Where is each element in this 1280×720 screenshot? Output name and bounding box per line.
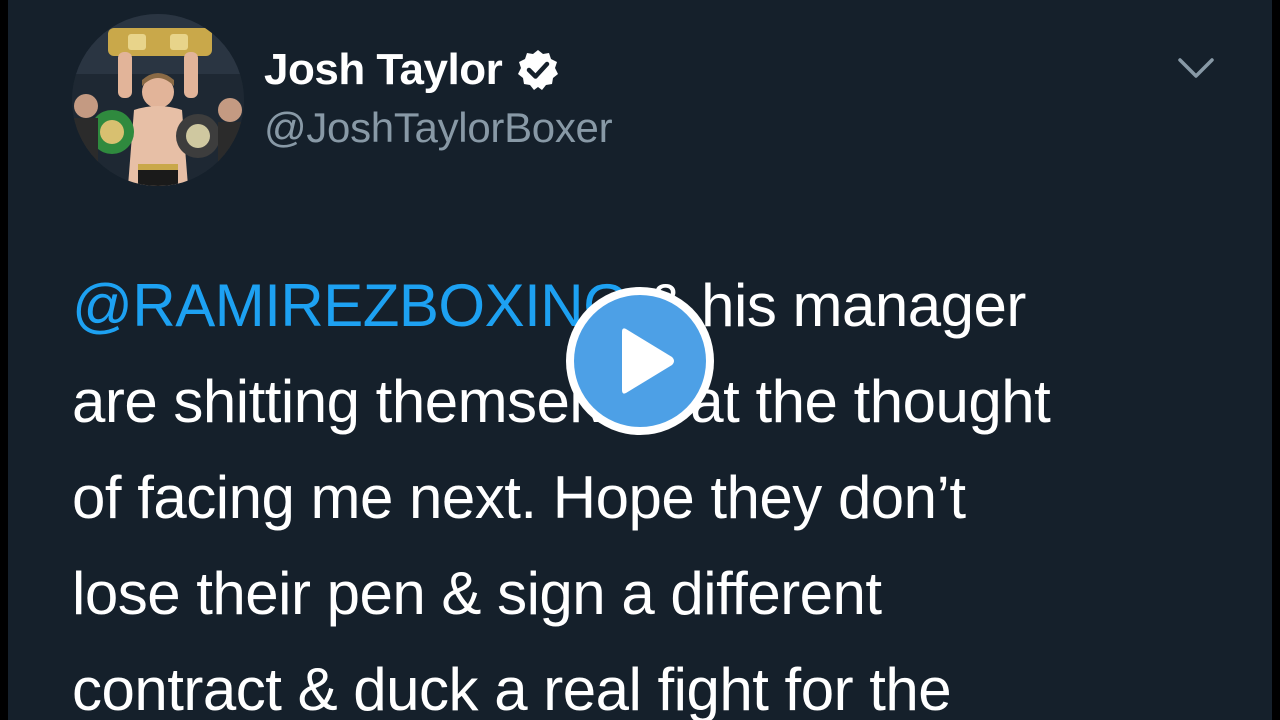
play-button-fill — [574, 295, 706, 427]
mention-link[interactable]: @RAMIREZBOXING — [72, 272, 630, 339]
tweet-line-text: of facing me next. Hope they don’t — [72, 464, 966, 531]
author-name-row: Josh Taylor — [264, 40, 560, 100]
verified-badge-icon — [518, 50, 559, 90]
tweet-line: contract & duck a real fight for the — [72, 642, 1222, 720]
tweet-line-text: lose their pen & sign a different — [72, 560, 882, 627]
tweet-line-text: contract & duck a real fight for the — [72, 656, 952, 720]
more-options-button[interactable] — [1174, 50, 1218, 86]
display-name[interactable]: Josh Taylor — [264, 45, 503, 95]
play-button[interactable] — [566, 287, 714, 435]
avatar-photo — [72, 14, 244, 186]
avatar[interactable] — [72, 14, 244, 186]
tweet-line: of facing me next. Hope they don’t — [72, 450, 1222, 546]
chevron-down-icon — [1178, 58, 1214, 78]
tweet-line-text: are shitting themselves at the thought — [72, 368, 1051, 435]
video-frame: Josh Taylor @JoshTaylorBoxer @RAMIREZBOX… — [0, 0, 1280, 720]
tweet-line: lose their pen & sign a different — [72, 546, 1222, 642]
play-icon — [622, 328, 674, 394]
author-handle[interactable]: @JoshTaylorBoxer — [264, 104, 613, 152]
